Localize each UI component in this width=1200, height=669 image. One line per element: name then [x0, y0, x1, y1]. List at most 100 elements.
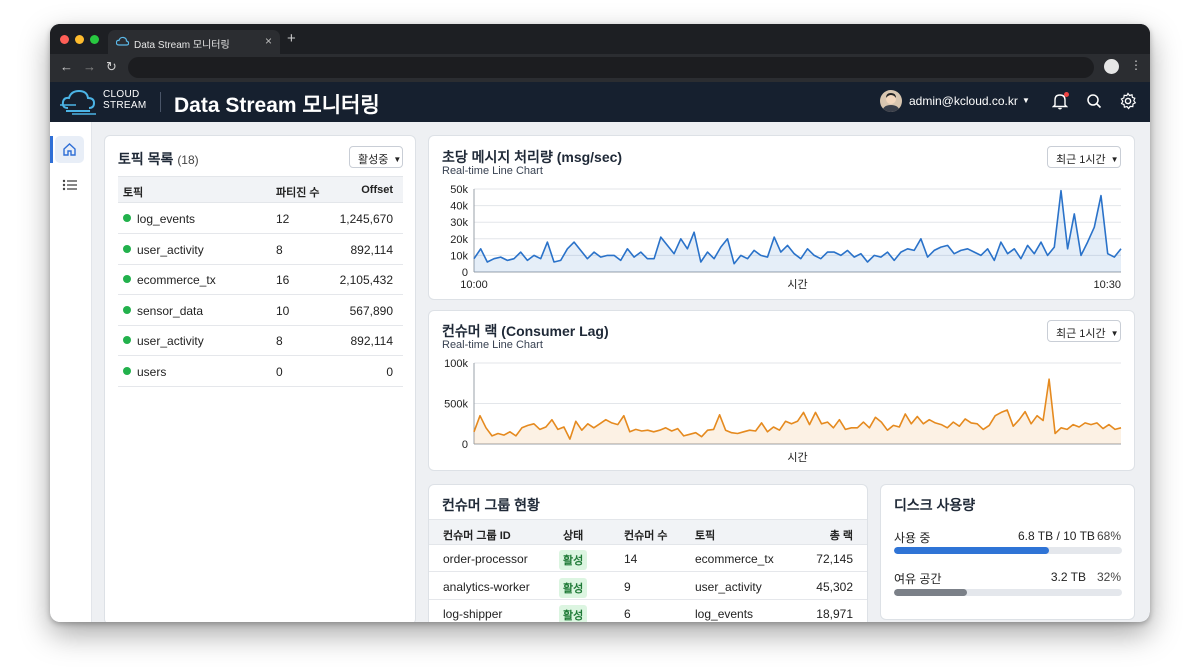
col-total-lag: 총 랙 [829, 530, 853, 542]
topic-partitions: 8 [276, 334, 283, 348]
home-icon [63, 143, 76, 156]
back-icon[interactable]: ← [60, 59, 73, 74]
topic-name: log_events [137, 212, 196, 226]
col-partitions: 파티진 수 [276, 187, 320, 199]
topics-card: 토픽 목록 (18) 활성중 ▼ 토픽 파티진 수 Offset log_even… [104, 135, 416, 622]
browser-tab[interactable]: Data Stream 모니터링 × [108, 30, 280, 54]
topic-partitions: 12 [276, 212, 290, 226]
header-divider [160, 92, 161, 112]
throughput-card: 초당 메시지 처리량 (msg/sec) Real-time Line Char… [428, 135, 1135, 300]
group-topic: log_events [695, 607, 754, 621]
topic-partitions: 10 [276, 303, 290, 318]
logo-text-line1: CLOUD [103, 89, 140, 100]
group-lag: 72,145 [816, 552, 853, 566]
topics-count: (18) [177, 153, 199, 167]
app-header: CLOUD STREAM Data Stream 모니터링 admin@kclo… [50, 82, 1150, 122]
user-email[interactable]: admin@kcloud.co.kr [909, 94, 1018, 108]
minimize-window-dot[interactable] [75, 35, 84, 44]
browser-navbar: ← → ↻ ⋮ [50, 54, 1150, 82]
consumer-group-row[interactable]: order-processor 활성 14 ecommerce_tx 72,145 [429, 545, 867, 572]
gear-icon[interactable] [1119, 92, 1137, 110]
maximize-window-dot[interactable] [90, 35, 99, 44]
status-badge: 활성 [559, 605, 588, 622]
group-id: log-shipper [443, 607, 503, 621]
status-dot [123, 366, 131, 375]
y-tick-label: 40k [450, 201, 468, 213]
col-group-id: 컨슈머 그룹 ID [443, 530, 511, 542]
disk-used-value: 6.8 TB / 10 TB [1018, 529, 1095, 543]
y-tick-label: 0 [462, 439, 468, 451]
col-status: 상태 [563, 530, 584, 542]
y-tick-label: 10k [450, 250, 468, 262]
disk-free-bar [894, 589, 1122, 596]
browser-tabstrip: Data Stream 모니터링 × + [50, 24, 1150, 54]
status-dot [123, 244, 131, 253]
topic-offset: 892,114 [350, 334, 394, 348]
topic-offset: 892,114 [350, 242, 394, 257]
sidebar-item-list[interactable] [62, 178, 78, 192]
topic-partitions: 8 [276, 242, 283, 257]
logo-text-line2: STREAM [103, 100, 147, 111]
series-area [474, 190, 1121, 272]
consumer-count: 9 [624, 579, 631, 594]
topic-offset: 1,245,670 [339, 212, 393, 226]
y-tick-label: 30k [450, 217, 468, 229]
disk-usage-card: 디스크 사용량 사용 중 6.8 TB / 10 TB 68% 여유 공간 3.… [880, 484, 1135, 620]
user-menu-chevron-icon[interactable]: ▼ [1022, 96, 1030, 105]
group-lag: 45,302 [816, 579, 853, 594]
topic-row[interactable]: log_events 12 1,245,670 [118, 203, 403, 234]
browser-menu-icon[interactable]: ⋮ [1130, 58, 1142, 72]
topic-name: users [137, 364, 167, 379]
col-consumers: 컨슈머 수 [624, 530, 668, 542]
topic-offset: 567,890 [349, 303, 393, 318]
tab-title: Data Stream 모니터링 [134, 40, 230, 51]
topic-row[interactable]: user_activity 8 892,114 [118, 234, 403, 265]
new-tab-icon[interactable]: + [287, 30, 296, 47]
topics-filter-value: 활성중 [358, 154, 389, 166]
search-icon[interactable] [1086, 92, 1102, 110]
profile-icon[interactable] [1104, 59, 1119, 74]
sidebar-active-indicator [50, 136, 53, 163]
topics-table-header: 토픽 파티진 수 Offset [118, 176, 403, 203]
status-dot [123, 336, 131, 344]
reload-icon[interactable]: ↻ [106, 59, 117, 75]
y-tick-label: 20k [450, 234, 468, 246]
consumer-groups-card: 컨슈머 그룹 현황 컨슈머 그룹 ID 상태 컨슈머 수 토픽 총 랙 orde… [428, 484, 868, 622]
notification-dot [1064, 92, 1069, 97]
topic-row[interactable]: user_activity 8 892,114 [118, 325, 403, 356]
forward-icon[interactable]: → [83, 59, 96, 74]
close-tab-icon[interactable]: × [265, 34, 272, 48]
consumer-group-row[interactable]: analytics-worker 활성 9 user_activity 45,302 [429, 573, 867, 600]
topic-row[interactable]: sensor_data 10 567,890 [118, 295, 403, 326]
topics-title: 토픽 목록 (18) [118, 149, 199, 169]
disk-used-pct: 68% [1096, 529, 1121, 543]
group-lag: 18,971 [816, 607, 853, 621]
sidebar-item-home[interactable] [55, 136, 84, 163]
consumer-groups-header: 컨슈머 그룹 ID 상태 컨슈머 수 토픽 총 랙 [429, 519, 867, 545]
disk-free-value: 3.2 TB [1050, 570, 1086, 584]
topic-name: user_activity [137, 334, 204, 348]
topic-row[interactable]: ecommerce_tx 16 2,105,432 [118, 264, 403, 295]
sidebar [50, 122, 92, 622]
disk-title: 디스크 사용량 [894, 497, 976, 513]
topics-filter-dropdown[interactable]: 활성중 ▼ [349, 146, 403, 168]
close-window-dot[interactable] [60, 35, 69, 44]
user-avatar[interactable] [880, 90, 902, 112]
consumer-group-row[interactable]: log-shipper 활성 6 log_events 18,971 [429, 600, 867, 622]
y-tick-label: 0 [462, 267, 468, 279]
status-dot [123, 214, 131, 222]
disk-used-bar-fill [894, 547, 1050, 554]
topic-partitions: 0 [276, 364, 283, 379]
topic-row[interactable]: users 0 0 [118, 356, 403, 387]
address-bar[interactable] [128, 57, 1094, 78]
y-tick-label: 500k [444, 399, 468, 411]
status-badge: 활성 [559, 550, 588, 570]
group-id: order-processor [443, 552, 528, 566]
status-badge: 활성 [559, 577, 588, 598]
chevron-down-icon: ▼ [393, 155, 402, 164]
disk-free-bar-fill [894, 589, 967, 596]
col-topic: 토픽 [695, 530, 716, 542]
disk-free-pct: 32% [1096, 570, 1121, 584]
disk-used-label: 사용 중 [894, 531, 931, 545]
consumer-groups-title: 컨슈머 그룹 현황 [442, 497, 540, 513]
